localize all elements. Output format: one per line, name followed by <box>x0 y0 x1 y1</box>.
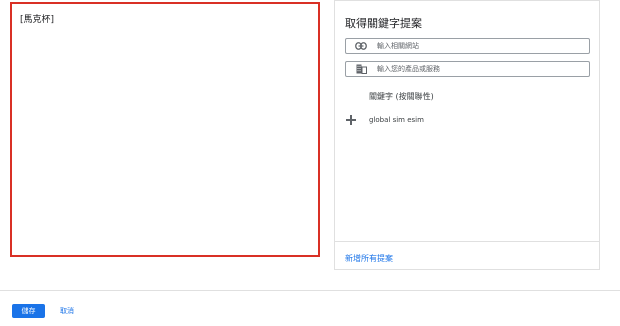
product-service-placeholder: 輸入您的產品或服務 <box>377 65 440 73</box>
plus-icon[interactable] <box>345 114 357 126</box>
related-website-placeholder: 輸入相關網站 <box>377 42 419 50</box>
product-icon <box>353 64 369 74</box>
keywords-by-relevance-label: 關鍵字 (按關聯性) <box>369 92 434 101</box>
product-service-input[interactable]: 輸入您的產品或服務 <box>345 61 590 77</box>
related-website-input[interactable]: 輸入相關網站 <box>345 38 590 54</box>
link-icon <box>353 42 369 50</box>
save-button[interactable]: 儲存 <box>12 304 45 318</box>
panel-title: 取得關鍵字提案 <box>345 17 422 30</box>
keyword-suggestion-label: global sim esim <box>369 116 424 124</box>
keyword-input-area[interactable]: [馬克杯] <box>10 2 320 257</box>
keyword-input-text[interactable]: [馬克杯] <box>20 12 54 25</box>
keyword-ideas-panel: 取得關鍵字提案 輸入相關網站 輸入您的產品或服務 關鍵字 (按關聯性) glob… <box>334 0 600 270</box>
panel-divider <box>335 241 599 242</box>
add-all-ideas-link[interactable]: 新增所有提案 <box>345 253 393 264</box>
keyword-editor-dialog: [馬克杯] 取得關鍵字提案 輸入相關網站 輸入您的產品或服務 關鍵字 (按關聯性… <box>0 0 620 326</box>
keyword-suggestion-item[interactable]: global sim esim <box>345 113 424 127</box>
cancel-button[interactable]: 取消 <box>60 304 74 318</box>
footer-divider <box>0 290 620 291</box>
